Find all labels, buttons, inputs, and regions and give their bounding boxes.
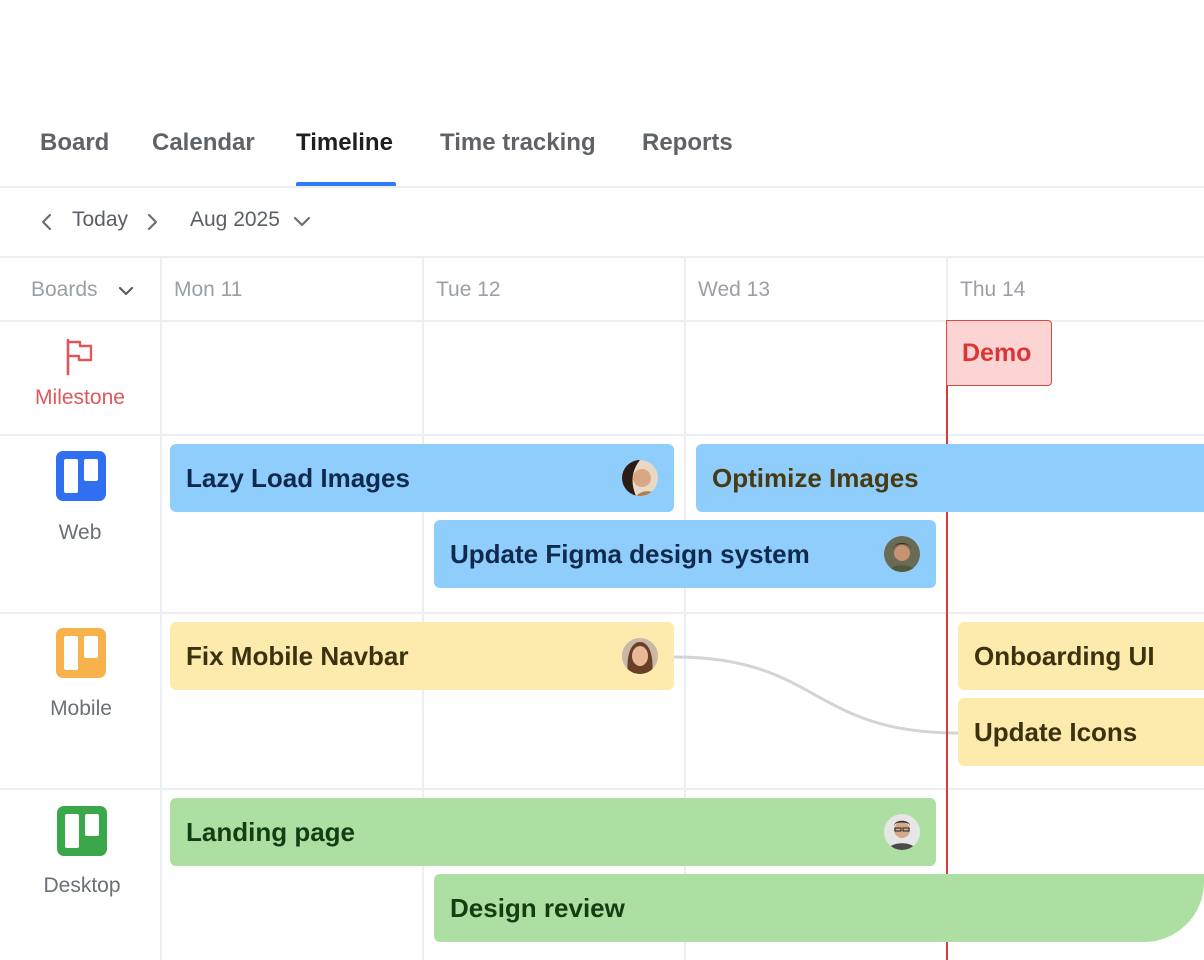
row-label-desktop: Desktop: [43, 874, 121, 897]
boards-dropdown-label: Boards: [31, 278, 98, 301]
chevron-left-icon[interactable]: [38, 212, 56, 232]
task-fix-mobile-navbar[interactable]: Fix Mobile Navbar: [170, 622, 674, 690]
boards-dropdown[interactable]: Boards: [31, 278, 134, 302]
task-lazy-load-images[interactable]: Lazy Load Images: [170, 444, 674, 512]
desktop-board-icon: [57, 806, 107, 856]
tab-reports[interactable]: Reports: [642, 128, 733, 158]
row-label-web: Web: [58, 521, 102, 544]
task-design-review[interactable]: Design review: [434, 874, 1204, 942]
task-label: Design review: [450, 893, 625, 923]
assignee-avatar: [622, 638, 658, 674]
month-selector[interactable]: Aug 2025: [190, 208, 280, 232]
task-label: Fix Mobile Navbar: [186, 641, 409, 671]
task-label: Onboarding UI: [974, 641, 1155, 671]
task-update-icons[interactable]: Update Icons: [958, 698, 1204, 766]
assignee-avatar: [884, 814, 920, 850]
mobile-board-icon: [56, 628, 106, 678]
today-line: [946, 322, 948, 960]
task-label: Landing page: [186, 817, 355, 847]
task-label: Optimize Images: [712, 463, 919, 493]
task-onboarding-ui[interactable]: Onboarding UI: [958, 622, 1204, 690]
chevron-down-icon: [118, 286, 134, 296]
date-navigation: Today Aug 2025: [0, 188, 1204, 256]
milestone-demo[interactable]: Demo: [946, 320, 1052, 386]
grid-line: [946, 258, 948, 320]
web-board-icon: [56, 451, 106, 501]
row-label-milestone: Milestone: [35, 386, 125, 409]
task-optimize-images[interactable]: Optimize Images: [696, 444, 1204, 512]
task-update-figma-design-system[interactable]: Update Figma design system: [434, 520, 936, 588]
day-header-wed: Wed 13: [698, 278, 770, 301]
grid-line: [0, 788, 1204, 790]
task-landing-page[interactable]: Landing page: [170, 798, 936, 866]
day-header-tue: Tue 12: [436, 278, 501, 301]
grid-line: [0, 612, 1204, 614]
row-label-mobile: Mobile: [50, 697, 112, 720]
today-button[interactable]: Today: [72, 208, 128, 232]
assignee-avatar: [884, 536, 920, 572]
tab-time-tracking[interactable]: Time tracking: [440, 128, 596, 158]
view-tabs: Board Calendar Timeline Time tracking Re…: [0, 0, 1204, 187]
task-label: Update Figma design system: [450, 539, 810, 569]
grid-line: [0, 434, 1204, 436]
nav-divider: [0, 256, 1204, 258]
flag-icon: [66, 338, 93, 376]
chevron-down-icon[interactable]: [292, 214, 312, 230]
task-label: Update Icons: [974, 717, 1138, 747]
tab-calendar[interactable]: Calendar: [152, 128, 255, 158]
grid-line: [160, 258, 162, 960]
tab-timeline[interactable]: Timeline: [296, 128, 393, 158]
tab-board[interactable]: Board: [40, 128, 109, 158]
task-label: Lazy Load Images: [186, 463, 410, 493]
assignee-avatar: [622, 460, 658, 496]
day-header-thu: Thu 14: [960, 278, 1026, 301]
chevron-right-icon[interactable]: [143, 212, 161, 232]
day-header-mon: Mon 11: [174, 278, 243, 301]
